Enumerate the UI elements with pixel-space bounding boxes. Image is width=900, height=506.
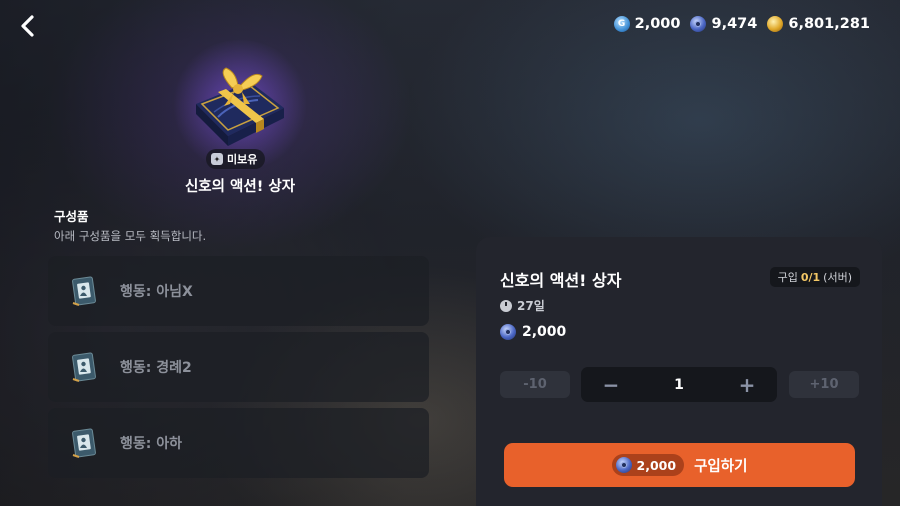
- gold-coin-icon: [767, 16, 784, 32]
- price-value: 2,000: [522, 324, 567, 340]
- currency-gold-value: 6,801,281: [788, 16, 870, 32]
- action-book-icon: [72, 276, 96, 306]
- components-heading: 구성품: [54, 209, 89, 224]
- components-description: 아래 구성품을 모두 획득합니다.: [54, 229, 207, 243]
- currency-gem: 9,474: [690, 16, 757, 32]
- blue-gem-icon: [690, 16, 707, 32]
- clock-icon: [500, 299, 512, 312]
- component-label: 행동: 아하: [120, 436, 182, 452]
- currency-bar: G 2,000 9,474 6,801,281: [613, 16, 870, 32]
- action-book-icon: [72, 352, 96, 382]
- duration-value: 27일: [517, 299, 545, 313]
- blue-gem-icon: [500, 324, 516, 340]
- quantity-value[interactable]: 1: [651, 367, 707, 402]
- limit-value: 0/1: [800, 270, 821, 284]
- g-coin-icon: G: [613, 16, 630, 32]
- back-button[interactable]: [14, 12, 42, 40]
- shirt-icon: ✦: [211, 153, 223, 165]
- buy-label: 구입하기: [694, 458, 748, 475]
- action-book-icon: [72, 428, 96, 458]
- owned-status-label: 미보유: [227, 153, 258, 166]
- decrement-button[interactable]: −: [591, 367, 631, 402]
- component-label: 행동: 경례2: [120, 360, 192, 376]
- blue-gem-icon: [615, 457, 632, 473]
- component-item[interactable]: 행동: 아님X: [48, 256, 429, 326]
- item-title: 신호의 액션! 상자: [184, 179, 296, 195]
- currency-g-value: 2,000: [634, 16, 681, 32]
- purchase-limit-badge: 구입 0/1 (서버): [769, 267, 860, 287]
- component-label: 행동: 아님X: [120, 284, 193, 300]
- chevron-left-icon: [21, 15, 34, 37]
- owned-status-badge: ✦ 미보유: [206, 149, 266, 169]
- price: 2,000: [500, 324, 566, 340]
- buy-price-value: 2,000: [636, 457, 677, 473]
- gift-box-icon: [196, 67, 284, 146]
- plus-10-button[interactable]: +10: [789, 371, 859, 398]
- currency-gold: 6,801,281: [767, 16, 870, 32]
- minus-10-button[interactable]: -10: [500, 371, 570, 398]
- limit-suffix: (서버): [823, 271, 852, 284]
- quantity-stepper: − 1 +: [581, 367, 777, 402]
- component-item[interactable]: 행동: 경례2: [48, 332, 429, 402]
- increment-button[interactable]: +: [727, 367, 767, 402]
- currency-g: G 2,000: [613, 16, 681, 32]
- duration: 27일: [500, 297, 545, 314]
- purchase-title: 신호의 액션! 상자: [500, 271, 622, 290]
- limit-prefix: 구입: [777, 271, 798, 284]
- buy-button[interactable]: 2,000 구입하기: [504, 443, 855, 487]
- purchase-panel: 신호의 액션! 상자 구입 0/1 (서버) 27일 2,000 -10 − 1…: [476, 237, 882, 506]
- component-item[interactable]: 행동: 아하: [48, 408, 429, 478]
- buy-price-chip: 2,000: [611, 454, 685, 476]
- currency-gem-value: 9,474: [711, 16, 758, 32]
